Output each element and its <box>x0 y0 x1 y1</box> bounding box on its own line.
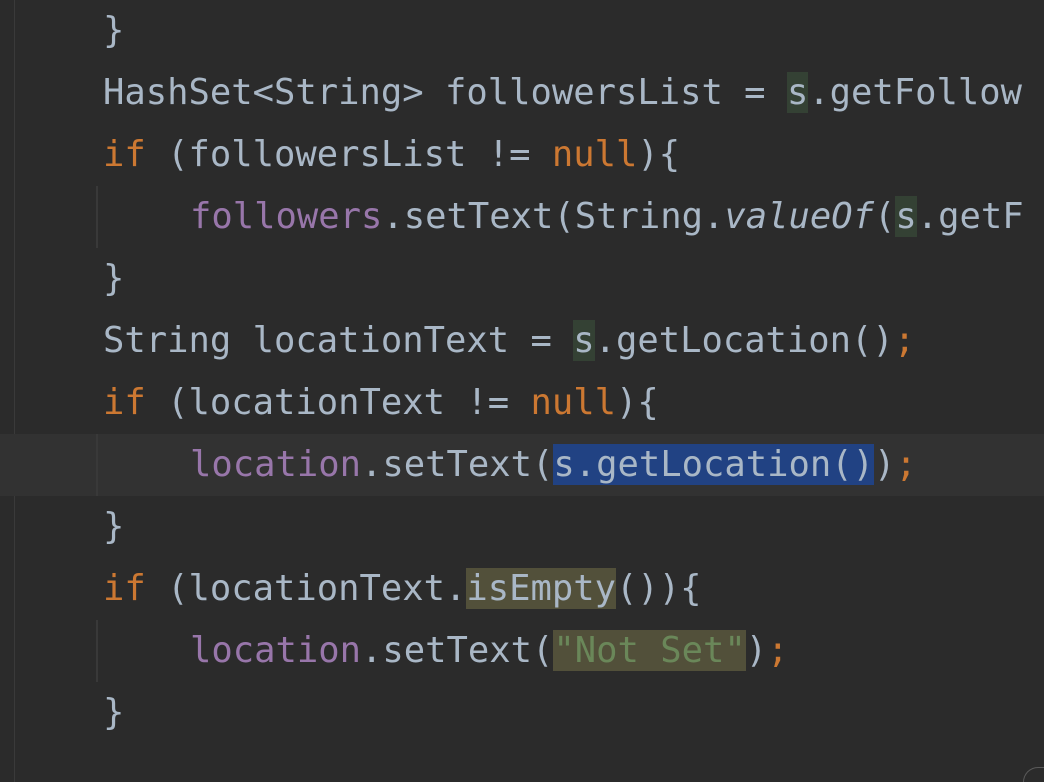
semicolon-token: ; <box>895 444 917 485</box>
variable-highlight: s <box>573 320 595 361</box>
code-line-7[interactable]: if (locationText != null){ <box>0 372 1044 434</box>
code-token: ()){ <box>615 568 702 609</box>
line-text: if (locationText != null){ <box>103 372 659 434</box>
line-text: location.setText("Not Set"); <box>190 620 788 682</box>
code-line-8-current[interactable]: location.setText(s.getLocation()); <box>0 434 1044 496</box>
line-text: } <box>103 248 124 310</box>
indent-guide <box>96 434 98 496</box>
string-literal-highlight: "Not Set" <box>553 630 746 671</box>
usage-highlight: isEmpty <box>466 568 616 609</box>
keyword-token: if <box>103 134 146 175</box>
code-line-11[interactable]: location.setText("Not Set"); <box>0 620 1044 682</box>
code-line-10[interactable]: if (locationText.isEmpty()){ <box>0 558 1044 620</box>
code-line-9[interactable]: } <box>0 496 1044 558</box>
code-line-4[interactable]: followers.setText(String.valueOf(s.getF <box>0 186 1044 248</box>
code-line-3[interactable]: if (followersList != null){ <box>0 124 1044 186</box>
keyword-token: null <box>530 382 616 423</box>
code-token: ){ <box>637 134 681 175</box>
code-token: ) <box>873 444 896 485</box>
keyword-token: null <box>551 134 638 175</box>
code-token: .getLocation() <box>594 320 894 361</box>
code-token: .setText(String. <box>382 196 725 237</box>
code-token: (locationText != <box>145 382 531 423</box>
code-line-1[interactable]: } <box>0 0 1044 62</box>
static-method-token: valueOf <box>724 196 874 237</box>
code-token: (locationText. <box>145 568 467 609</box>
code-token: ( <box>873 196 896 237</box>
code-line-2[interactable]: HashSet<String> followersList = s.getFol… <box>0 62 1044 124</box>
code-line-6[interactable]: String locationText = s.getLocation(); <box>0 310 1044 372</box>
code-token: .getFollow <box>808 72 1023 113</box>
semicolon-token: ; <box>767 630 789 671</box>
window-corner-mark <box>1023 767 1044 782</box>
line-text: String locationText = s.getLocation(); <box>103 310 915 372</box>
code-token: .setText( <box>360 630 554 671</box>
code-token: HashSet<String> followersList = <box>103 72 787 113</box>
line-text: location.setText(s.getLocation()); <box>190 434 917 496</box>
code-line-12[interactable]: } <box>0 682 1044 744</box>
code-editor[interactable]: } HashSet<String> followersList = s.getF… <box>0 0 1044 782</box>
line-text: if (locationText.isEmpty()){ <box>103 558 701 620</box>
code-token: .getF <box>916 196 1024 237</box>
line-text: } <box>103 682 124 744</box>
variable-highlight: s <box>786 72 809 113</box>
field-token: location <box>190 444 361 485</box>
indent-guide <box>96 620 98 682</box>
variable-highlight: s <box>895 196 917 237</box>
semicolon-token: ; <box>893 320 916 361</box>
code-token: String locationText = <box>103 320 574 361</box>
text-selection[interactable]: s.getLocation() <box>553 444 874 485</box>
field-token: location <box>190 630 361 671</box>
keyword-token: if <box>103 568 146 609</box>
code-token: (followersList != <box>145 134 552 175</box>
line-text: followers.setText(String.valueOf(s.getF <box>190 186 1024 248</box>
keyword-token: if <box>103 382 146 423</box>
code-token: ){ <box>615 382 659 423</box>
line-text: if (followersList != null){ <box>103 124 680 186</box>
code-token: } <box>103 692 125 733</box>
line-text: HashSet<String> followersList = s.getFol… <box>103 62 1022 124</box>
code-line-5[interactable]: } <box>0 248 1044 310</box>
code-token: } <box>103 258 125 299</box>
line-text: } <box>103 0 124 62</box>
code-token: } <box>103 506 125 547</box>
code-token: .setText( <box>360 444 554 485</box>
code-token: ) <box>745 630 768 671</box>
field-token: followers <box>190 196 383 237</box>
code-token: } <box>103 10 125 51</box>
indent-guide <box>96 186 98 248</box>
line-text: } <box>103 496 124 558</box>
